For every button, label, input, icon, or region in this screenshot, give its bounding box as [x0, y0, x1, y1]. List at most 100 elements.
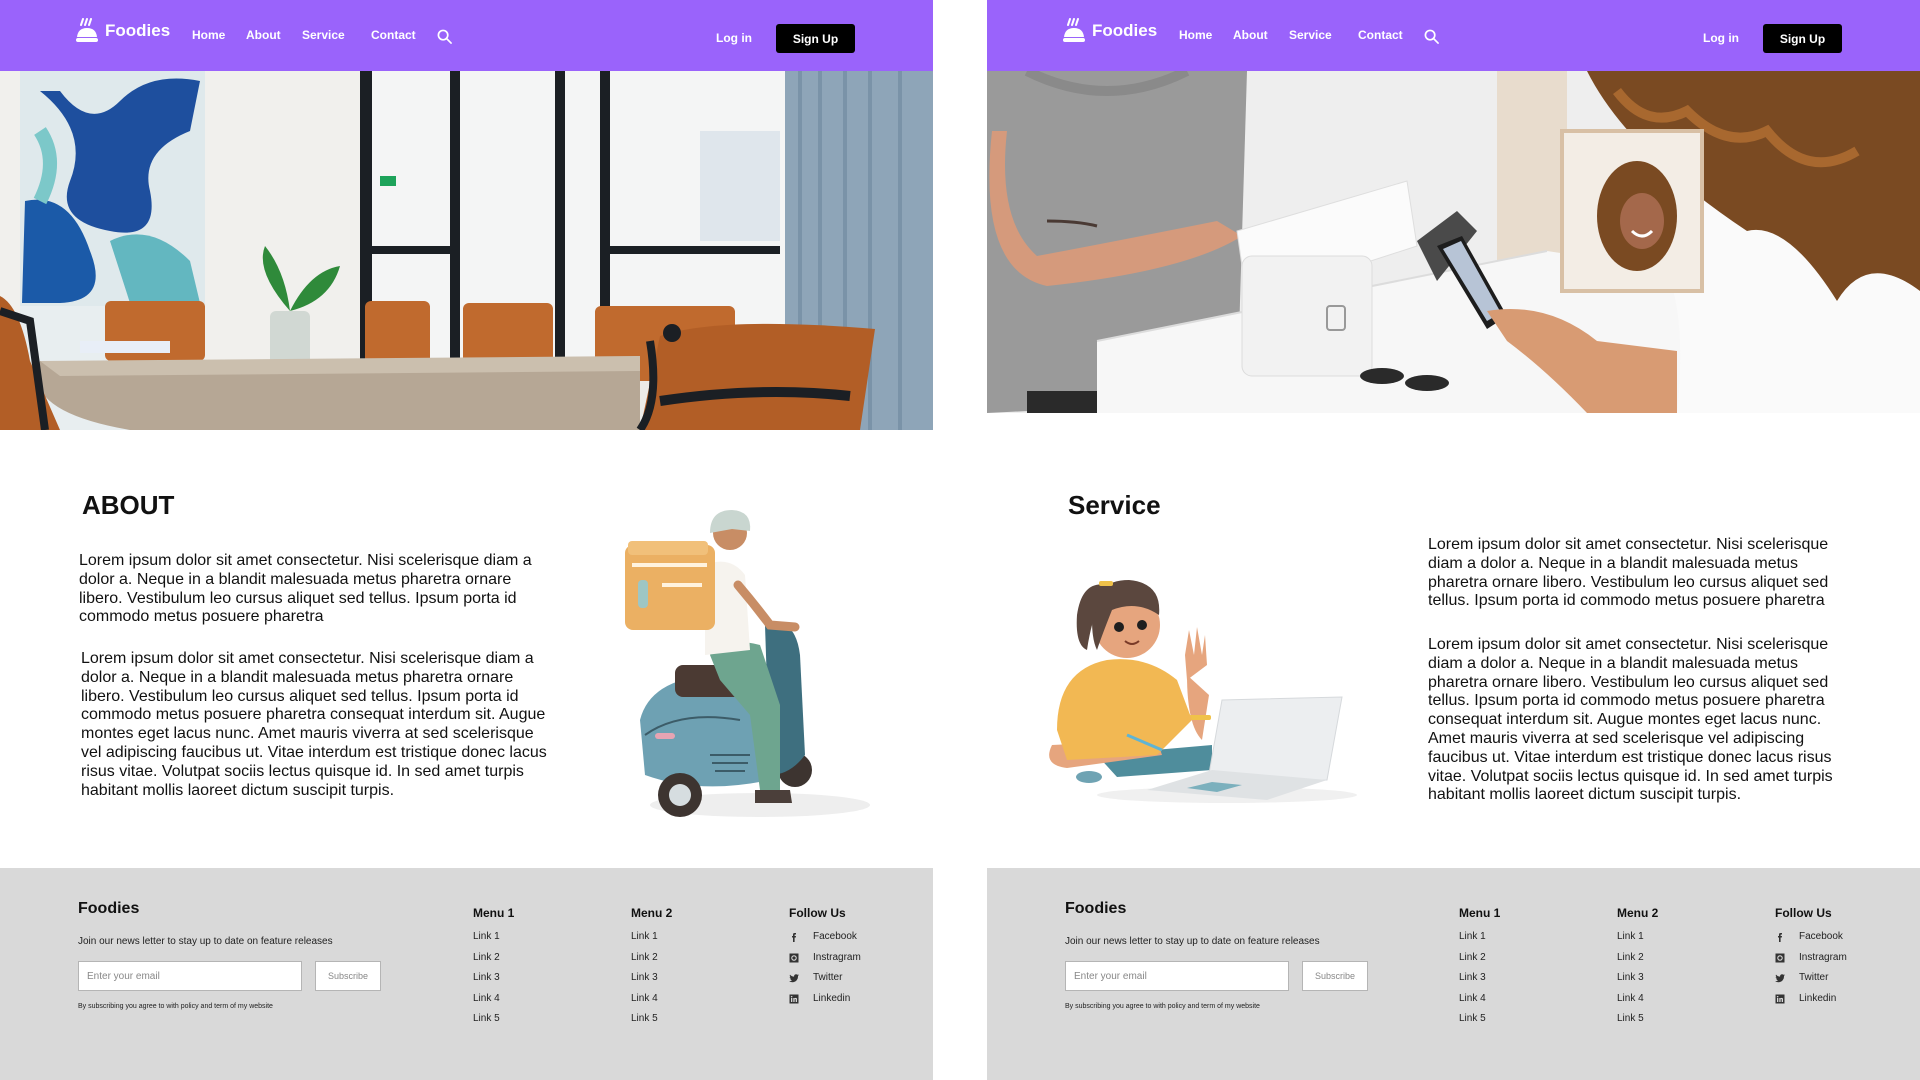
linkedin-icon: [789, 994, 799, 1003]
menu-2-title: Menu 2: [1617, 906, 1659, 920]
about-paragraph-1: Lorem ipsum dolor sit amet consectetur. …: [79, 552, 532, 626]
search-icon[interactable]: [437, 29, 452, 44]
menu-2-title: Menu 2: [631, 906, 673, 920]
about-title: ABOUT: [82, 490, 175, 520]
brand-name: Foodies: [105, 21, 171, 40]
social-link-linkedin[interactable]: Linkedin: [789, 993, 861, 1014]
site-header: Foodies Home About Service Contact Log i…: [987, 0, 1920, 71]
logo[interactable]: Foodies: [75, 18, 170, 44]
menu-2-link[interactable]: Link 1: [631, 931, 672, 952]
social-label: Linkedin: [1799, 992, 1837, 1004]
subscribe-button[interactable]: Subscribe: [315, 961, 381, 991]
menu-1-link[interactable]: Link 2: [473, 952, 514, 973]
footer-brand: Foodies: [1065, 900, 1127, 917]
instagram-icon: [789, 953, 799, 962]
twitter-icon: [789, 974, 799, 983]
menu-2-link[interactable]: Link 2: [631, 952, 672, 973]
social-link-twitter[interactable]: Twitter: [1775, 972, 1847, 993]
login-link[interactable]: Log in: [1703, 31, 1739, 45]
menu-1-link[interactable]: Link 3: [473, 972, 514, 993]
social-label: Twitter: [813, 972, 843, 983]
email-input[interactable]: [78, 961, 302, 991]
checkout-photo: [987, 71, 1920, 413]
hero-image-checkout: [987, 71, 1920, 413]
service-page-panel: Foodies Home About Service Contact Log i…: [987, 0, 1920, 1080]
footer-follow-us: Follow Us Facebook Instragram Twitter Li…: [789, 906, 861, 1013]
footer-menu-2: Menu 2 Link 1 Link 2 Link 3 Link 4 Link …: [631, 906, 672, 1034]
social-link-facebook[interactable]: Facebook: [1775, 931, 1847, 952]
nav-service[interactable]: Service: [302, 28, 345, 42]
social-link-twitter[interactable]: Twitter: [789, 972, 861, 993]
nav-home[interactable]: Home: [192, 28, 225, 42]
about-page-panel: Foodies Home About Service Contact Log i…: [0, 0, 933, 1080]
menu-1-link[interactable]: Link 1: [1459, 931, 1500, 952]
signup-button[interactable]: Sign Up: [1763, 24, 1842, 53]
email-input[interactable]: [1065, 961, 1289, 991]
login-link[interactable]: Log in: [716, 31, 752, 45]
nav-contact[interactable]: Contact: [1358, 28, 1403, 42]
social-label: Facebook: [813, 931, 857, 942]
policy-text: By subscribing you agree to with policy …: [1065, 1003, 1260, 1010]
menu-2-link[interactable]: Link 3: [631, 972, 672, 993]
social-link-linkedin[interactable]: Linkedin: [1775, 993, 1847, 1014]
subscribe-button[interactable]: Subscribe: [1302, 961, 1368, 991]
facebook-icon: [1778, 933, 1782, 942]
brand-name: Foodies: [1092, 21, 1158, 40]
social-link-instagram[interactable]: Instragram: [1775, 952, 1847, 973]
menu-1-link[interactable]: Link 1: [473, 931, 514, 952]
nav-about[interactable]: About: [246, 28, 281, 42]
menu-1-link[interactable]: Link 5: [473, 1013, 514, 1034]
food-cloche-icon: [76, 18, 98, 42]
girl-with-laptop-illustration: [1049, 580, 1357, 803]
meeting-room-photo: [0, 71, 933, 430]
social-label: Facebook: [1799, 931, 1843, 942]
signup-button[interactable]: Sign Up: [776, 24, 855, 53]
footer-menu-1: Menu 1 Link 1 Link 2 Link 3 Link 4 Link …: [1459, 906, 1500, 1034]
food-cloche-icon: [1063, 18, 1085, 42]
follow-us-title: Follow Us: [1775, 906, 1832, 920]
social-link-facebook[interactable]: Facebook: [789, 931, 861, 952]
menu-2-link[interactable]: Link 2: [1617, 952, 1658, 973]
site-footer: Foodies Join our news letter to stay up …: [0, 868, 933, 1080]
menu-2-link[interactable]: Link 4: [631, 993, 672, 1014]
menu-2-link[interactable]: Link 5: [631, 1013, 672, 1034]
facebook-icon: [792, 933, 796, 942]
search-icon[interactable]: [1424, 29, 1439, 44]
hero-image-meeting-room: [0, 71, 933, 430]
menu-2-link[interactable]: Link 3: [1617, 972, 1658, 993]
about-paragraph-2: Lorem ipsum dolor sit amet consectetur. …: [81, 650, 547, 799]
social-label: Instragram: [813, 951, 861, 963]
social-label: Linkedin: [813, 992, 851, 1004]
menu-2-link[interactable]: Link 4: [1617, 993, 1658, 1014]
footer-menu-2: Menu 2 Link 1 Link 2 Link 3 Link 4 Link …: [1617, 906, 1658, 1034]
follow-us-title: Follow Us: [789, 906, 846, 920]
menu-2-link[interactable]: Link 5: [1617, 1013, 1658, 1034]
menu-1-link[interactable]: Link 5: [1459, 1013, 1500, 1034]
social-link-instagram[interactable]: Instragram: [789, 952, 861, 973]
menu-2-link[interactable]: Link 1: [1617, 931, 1658, 952]
menu-1-title: Menu 1: [1459, 906, 1501, 920]
site-footer: Foodies Join our news letter to stay up …: [987, 868, 1920, 1080]
policy-text: By subscribing you agree to with policy …: [78, 1003, 273, 1010]
menu-1-title: Menu 1: [473, 906, 515, 920]
menu-1-link[interactable]: Link 4: [473, 993, 514, 1014]
social-label: Instragram: [1799, 951, 1847, 963]
nav-contact[interactable]: Contact: [371, 28, 416, 42]
nav-about[interactable]: About: [1233, 28, 1268, 42]
instagram-icon: [1775, 953, 1785, 962]
newsletter-text: Join our news letter to stay up to date …: [1065, 936, 1320, 947]
logo[interactable]: Foodies: [1062, 18, 1157, 44]
footer-follow-us: Follow Us Facebook Instragram Twitter Li…: [1775, 906, 1847, 1013]
footer-brand: Foodies: [78, 900, 140, 917]
nav-home[interactable]: Home: [1179, 28, 1212, 42]
service-title: Service: [1068, 490, 1161, 520]
nav-service[interactable]: Service: [1289, 28, 1332, 42]
site-header: Foodies Home About Service Contact Log i…: [0, 0, 933, 71]
menu-1-link[interactable]: Link 3: [1459, 972, 1500, 993]
newsletter-text: Join our news letter to stay up to date …: [78, 936, 333, 947]
menu-1-link[interactable]: Link 2: [1459, 952, 1500, 973]
service-paragraph-1: Lorem ipsum dolor sit amet consectetur. …: [1428, 536, 1829, 610]
menu-1-link[interactable]: Link 4: [1459, 993, 1500, 1014]
linkedin-icon: [1775, 994, 1785, 1003]
twitter-icon: [1775, 974, 1785, 983]
